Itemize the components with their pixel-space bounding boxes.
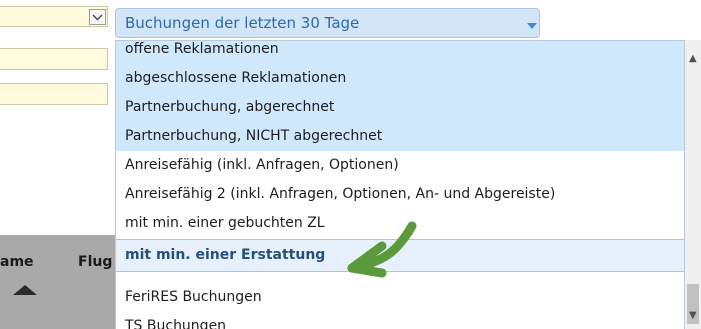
dropdown-option[interactable]: TS Buchungen	[116, 312, 684, 329]
dropdown-option-highlighted[interactable]: mit min. einer Erstattung	[116, 239, 684, 272]
dropdown-option[interactable]: Partnerbuchung, abgerechnet	[116, 93, 684, 122]
chevron-down-icon	[92, 14, 103, 20]
dropdown-option[interactable]: Partnerbuchung, NICHT abgerechnet	[116, 122, 684, 151]
grid-header	[0, 235, 115, 329]
dropdown-option[interactable]: abgeschlossene Reklamationen	[116, 64, 684, 93]
filter-select[interactable]: Buchungen der letzten 30 Tage	[115, 8, 540, 38]
dropdown-scrollbar[interactable]: ▲ ▼	[685, 40, 701, 329]
grid-column-name[interactable]: ame	[0, 254, 34, 270]
grid-column-flug[interactable]: Flug	[78, 254, 112, 270]
left-input-1[interactable]	[0, 48, 108, 70]
sort-up-icon[interactable]	[13, 285, 37, 295]
dropdown-option[interactable]: offene Reklamationen	[116, 41, 684, 64]
scroll-down-icon[interactable]: ▼	[689, 311, 697, 321]
dropdown-option[interactable]: FeriRES Buchungen	[116, 283, 684, 312]
scroll-up-icon[interactable]: ▲	[689, 54, 697, 64]
left-input-2[interactable]	[0, 83, 108, 105]
dropdown-option[interactable]: mit min. einer gebuchten ZL	[116, 209, 684, 238]
left-select-dropdown-button[interactable]	[89, 9, 106, 25]
caret-down-icon	[527, 23, 537, 29]
dropdown-option[interactable]: Anreisefähig (inkl. Anfragen, Optionen)	[116, 151, 684, 180]
dropdown-option[interactable]: Anreisefähig 2 (inkl. Anfragen, Optionen…	[116, 180, 684, 209]
filter-dropdown-list[interactable]: offene Reklamationen abgeschlossene Rekl…	[115, 40, 685, 329]
filter-select-value: Buchungen der letzten 30 Tage	[125, 14, 360, 32]
